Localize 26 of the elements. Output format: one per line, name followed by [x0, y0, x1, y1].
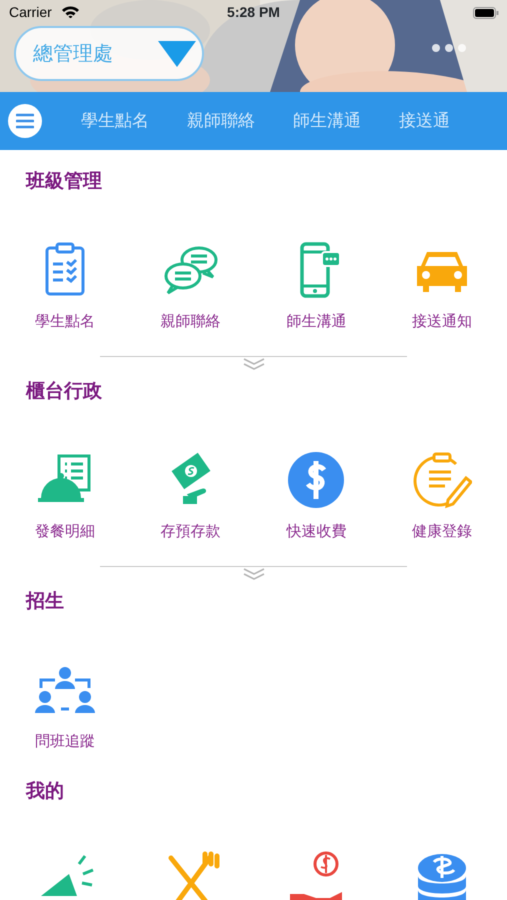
feature-link[interactable]: 師生溝通: [286, 313, 346, 331]
carrier-label: Carrier: [9, 3, 52, 21]
feature-link[interactable]: 發餐明細: [34, 523, 95, 541]
feature-link[interactable]: 快速收費: [286, 523, 346, 541]
expand-chevron-icon[interactable]: [242, 567, 264, 581]
section-title: 我的: [24, 780, 65, 804]
selector-value: 總管理處: [33, 42, 113, 66]
battery-icon: [473, 7, 499, 19]
section-title: 櫃台行政: [24, 380, 103, 404]
expand-chevron-icon[interactable]: [242, 357, 264, 371]
notepad-pencil-icon: [412, 450, 472, 510]
dollar-coin-icon: [286, 450, 346, 510]
menu-button[interactable]: [8, 104, 42, 138]
section-title: 班級管理: [24, 170, 103, 194]
feature-link[interactable]: 接送通知: [412, 313, 472, 331]
feature-link[interactable]: 學生點名: [34, 313, 95, 331]
feature-link[interactable]: 存預存款: [160, 523, 221, 541]
feature-link[interactable]: 問班追蹤: [34, 733, 95, 751]
dropdown-arrow-icon: [158, 40, 196, 66]
menu-icon: [16, 113, 34, 129]
page-indicator-icon: [431, 43, 467, 53]
section-title: 招生: [24, 590, 65, 614]
feature-link[interactable]: 健康登錄: [412, 523, 472, 541]
status-time: 5:28 PM: [227, 3, 280, 21]
wifi-icon: [62, 6, 79, 18]
feature-link[interactable]: 親師聯絡: [160, 313, 221, 331]
